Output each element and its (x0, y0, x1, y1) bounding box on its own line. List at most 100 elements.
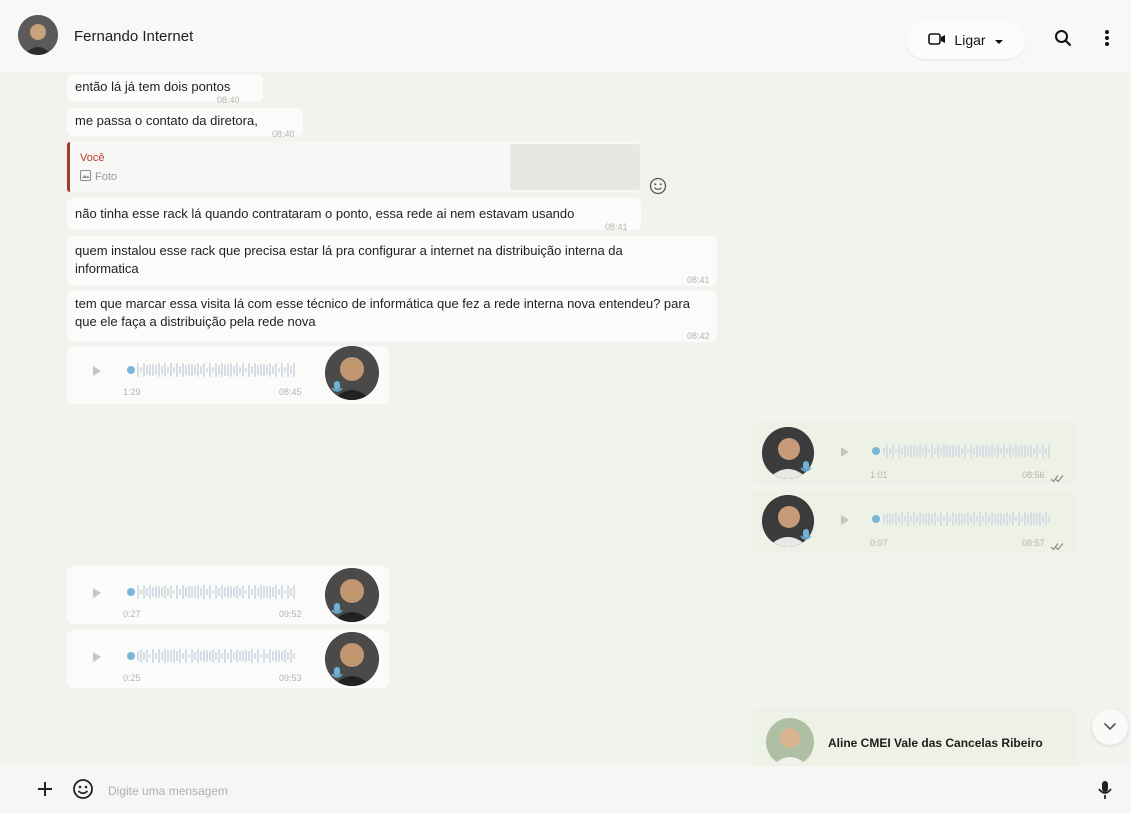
waveform-bar (239, 588, 241, 596)
waveform[interactable] (137, 648, 297, 664)
voice-message[interactable]: 0:27 09:52 (67, 566, 389, 624)
voice-duration: 1:29 (123, 387, 141, 397)
waveform-bar (173, 589, 175, 595)
message-bubble[interactable]: tem que marcar essa visita lá com esse t… (67, 290, 717, 342)
waveform-bar (952, 444, 954, 458)
chat-header: Fernando Internet Ligar (0, 0, 1131, 72)
waveform-bar (922, 513, 924, 525)
attach-button[interactable] (34, 778, 56, 800)
waveform-bar (167, 650, 169, 662)
play-icon[interactable] (92, 586, 102, 598)
message-bubble[interactable]: então lá já tem dois pontos 08:40 (67, 74, 263, 105)
voice-message[interactable]: 1:01 08:56 (752, 422, 1078, 484)
call-button[interactable]: Ligar (906, 21, 1026, 59)
waveform-bar (233, 586, 235, 598)
waveform-bar (928, 448, 930, 454)
waveform-bar (1015, 444, 1017, 458)
waveform-bar (982, 444, 984, 458)
waveform-bar (224, 364, 226, 376)
waveform-bar (212, 589, 214, 595)
waveform[interactable] (137, 584, 297, 600)
waveform-bar (991, 512, 993, 526)
search-button[interactable] (1048, 25, 1078, 55)
waveform-bar (901, 511, 903, 527)
waveform-bar (197, 585, 199, 599)
waveform-thumb[interactable] (127, 366, 135, 374)
waveform-bar (994, 513, 996, 525)
waveform-bar (892, 513, 894, 525)
waveform-bar (176, 584, 178, 600)
waveform-bar (964, 513, 966, 525)
waveform[interactable] (883, 443, 1053, 459)
waveform-bar (958, 512, 960, 526)
waveform-bar (1012, 511, 1014, 527)
message-bubble[interactable]: não tinha esse rack lá quando contratara… (67, 198, 641, 232)
waveform-bar (263, 586, 265, 598)
waveform[interactable] (883, 511, 1053, 527)
scroll-down-button[interactable] (1092, 709, 1128, 745)
voice-message[interactable]: 1:29 08:45 (67, 346, 389, 404)
react-emoji-button[interactable] (649, 177, 669, 197)
waveform-bar (161, 651, 163, 661)
contact-name[interactable]: Fernando Internet (74, 28, 193, 45)
contact-avatar[interactable] (18, 15, 58, 55)
waveform-bar (883, 446, 885, 456)
waveform-bar (290, 588, 292, 596)
waveform-bar (164, 649, 166, 663)
waveform-bar (967, 448, 969, 454)
waveform-bar (248, 651, 250, 661)
waveform-bar (254, 652, 256, 660)
waveform-bar (955, 514, 957, 524)
waveform-bar (287, 651, 289, 661)
video-camera-icon (928, 32, 946, 49)
record-voice-button[interactable] (1096, 779, 1116, 801)
waveform-bar (1009, 515, 1011, 523)
smiley-icon (72, 779, 94, 804)
waveform-thumb[interactable] (872, 515, 880, 523)
waveform-bar (1033, 447, 1035, 455)
contact-card[interactable]: Aline CMEI Vale das Cancelas Ribeiro (752, 708, 1078, 770)
waveform-bar (1030, 512, 1032, 526)
waveform-thumb[interactable] (127, 588, 135, 596)
waveform-bar (137, 650, 139, 662)
voice-message[interactable]: 0:07 08:57 (752, 490, 1078, 552)
waveform-bar (994, 447, 996, 455)
waveform-bar (931, 514, 933, 524)
waveform-bar (919, 444, 921, 458)
waveform-bar (137, 362, 139, 378)
waveform-bar (164, 584, 166, 600)
voice-message[interactable]: 0:25 09:53 (67, 630, 389, 688)
waveform-bar (1021, 515, 1023, 523)
waveform-bar (925, 513, 927, 525)
emoji-button[interactable] (72, 778, 94, 800)
play-icon[interactable] (92, 650, 102, 662)
waveform-bar (967, 512, 969, 526)
waveform-bar (152, 648, 154, 664)
waveform-bar (173, 367, 175, 373)
mic-icon (331, 380, 343, 396)
reply-quote[interactable]: Você Foto (67, 142, 640, 192)
message-bubble[interactable]: me passa o contato da diretora, 08:40 (67, 108, 303, 139)
waveform-bar (152, 364, 154, 376)
waveform-thumb[interactable] (872, 447, 880, 455)
waveform-thumb[interactable] (127, 652, 135, 660)
more-options-button[interactable] (1092, 25, 1122, 55)
waveform-bar (224, 648, 226, 664)
voice-time: 09:53 (279, 673, 302, 683)
message-bubble[interactable]: quem instalou esse rack que precisa esta… (67, 236, 717, 286)
waveform[interactable] (137, 362, 297, 378)
play-icon[interactable] (92, 364, 102, 376)
waveform-bar (889, 448, 891, 454)
play-icon[interactable] (840, 445, 850, 457)
waveform-bar (158, 585, 160, 599)
waveform-bar (946, 445, 948, 457)
play-icon[interactable] (840, 513, 850, 525)
waveform-bar (158, 648, 160, 664)
reply-type: Foto (95, 171, 118, 183)
mic-icon (331, 666, 343, 682)
waveform-bar (245, 589, 247, 595)
waveform-bar (886, 512, 888, 526)
waveform-bar (266, 586, 268, 598)
message-input[interactable] (106, 778, 1010, 804)
waveform-bar (140, 366, 142, 374)
